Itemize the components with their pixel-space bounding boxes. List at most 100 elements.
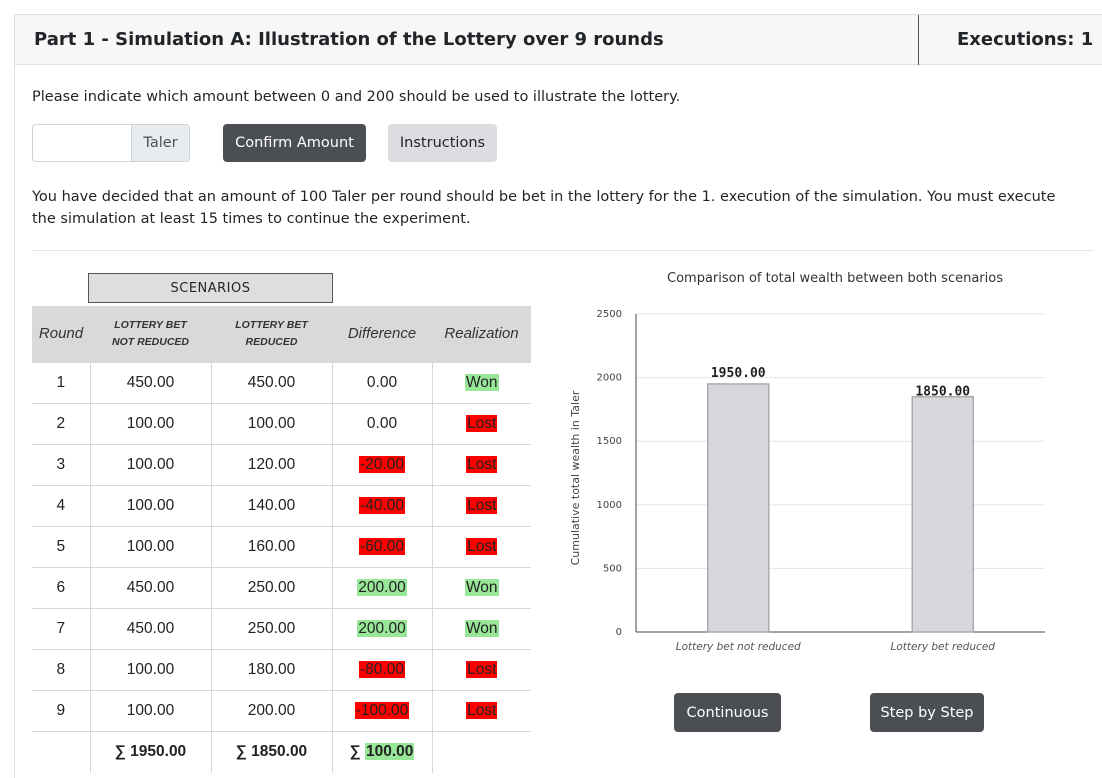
cell-realization: Lost (431, 484, 531, 526)
cell-not-reduced: 100.00 (89, 648, 211, 690)
simulation-info-text: You have decided that an amount of 100 T… (32, 189, 1056, 227)
header-reduced-line2: REDUCED (245, 335, 298, 348)
cell-not-reduced: 450.00 (89, 607, 211, 649)
cell-realization: Lost (431, 525, 531, 567)
confirm-amount-button[interactable]: Confirm Amount (223, 124, 366, 162)
table-row: 9 100.00 200.00 -100.00 Lost (32, 689, 531, 731)
cell-reduced: 160.00 (210, 525, 332, 567)
difference-highlight: -80.00 (359, 660, 405, 678)
table-row: 8 100.00 180.00 -80.00 Lost (32, 648, 531, 690)
instructions-button[interactable]: Instructions (388, 124, 497, 162)
bar (707, 383, 770, 633)
table-row: 7 450.00 250.00 200.00 Won (32, 607, 531, 649)
header-realization: Realization (432, 306, 531, 362)
bar (911, 395, 974, 633)
cell-reduced: 140.00 (210, 484, 332, 526)
cell-realization: Lost (431, 443, 531, 485)
y-tick-label: 2000 (597, 373, 622, 384)
cell-reduced: 100.00 (210, 402, 332, 444)
cell-difference: -20.00 (331, 443, 432, 485)
amount-prompt: Please indicate which amount between 0 a… (32, 89, 681, 105)
realization-badge: Lost (466, 701, 498, 719)
cell-difference: 200.00 (331, 566, 432, 608)
realization-badge: Lost (466, 414, 498, 432)
cell-round: 6 (32, 566, 90, 608)
difference-highlight: -20.00 (359, 455, 405, 473)
difference-highlight: -100.00 (354, 701, 410, 719)
cell-not-reduced: 450.00 (89, 361, 211, 403)
y-tick-label: 1000 (597, 500, 622, 511)
realization-badge: Won (464, 373, 499, 391)
difference-highlight: -40.00 (359, 496, 405, 514)
cell-reduced: 200.00 (210, 689, 332, 731)
executions-counter: Executions: 1 (957, 29, 1094, 50)
y-tick-label: 500 (603, 563, 622, 574)
cell-realization: Lost (431, 648, 531, 690)
cell-round: 3 (32, 443, 90, 485)
table-row: 4 100.00 140.00 -40.00 Lost (32, 484, 531, 526)
cell-realization: Won (431, 566, 531, 608)
cell-realization: Won (431, 607, 531, 649)
difference-highlight: -60.00 (359, 537, 405, 555)
realization-badge: Lost (466, 496, 498, 514)
cell-round: 9 (32, 689, 90, 731)
y-tick-label: 1500 (597, 436, 622, 447)
table-row: 1 450.00 450.00 0.00 Won (32, 361, 531, 403)
total-difference-prefix: ∑ (349, 743, 365, 761)
cell-round: 8 (32, 648, 90, 690)
cell-round: 2 (32, 402, 90, 444)
total-round (32, 730, 90, 773)
total-difference: ∑ 100.00 (331, 730, 432, 773)
cell-not-reduced: 450.00 (89, 566, 211, 608)
bar-data-label: 1850.00 (915, 385, 970, 400)
scenarios-label: SCENARIOS (88, 273, 333, 303)
page-title: Part 1 - Simulation A: Illustration of t… (34, 29, 664, 50)
table-row: 5 100.00 160.00 -60.00 Lost (32, 525, 531, 567)
amount-unit-addon: Taler (131, 124, 190, 162)
y-axis-label: Cumulative total wealth in Taler (569, 390, 582, 565)
section-divider (32, 250, 1094, 251)
continuous-button[interactable]: Continuous (674, 693, 781, 732)
cell-reduced: 250.00 (210, 566, 332, 608)
total-difference-value: 100.00 (364, 743, 415, 761)
cell-difference: -60.00 (331, 525, 432, 567)
cell-difference: 0.00 (331, 402, 432, 444)
header-not-reduced-line2: NOT REDUCED (111, 335, 189, 348)
cell-reduced: 250.00 (210, 607, 332, 649)
cell-difference: 200.00 (331, 607, 432, 649)
total-not-reduced: ∑ 1950.00 (89, 730, 211, 773)
header-not-reduced: LOTTERY BET NOT REDUCED (90, 306, 211, 362)
realization-badge: Lost (466, 660, 498, 678)
cell-not-reduced: 100.00 (89, 689, 211, 731)
bar-data-label: 1950.00 (711, 366, 766, 381)
amount-input[interactable] (32, 124, 132, 162)
header-reduced-line1: LOTTERY BET (235, 318, 308, 331)
totals-row: ∑ 1950.00 ∑ 1850.00 ∑ 100.00 (32, 730, 531, 773)
cell-not-reduced: 100.00 (89, 443, 211, 485)
table-header-row: Round LOTTERY BET NOT REDUCED LOTTERY BE… (32, 306, 531, 362)
cell-not-reduced: 100.00 (89, 402, 211, 444)
total-reduced: ∑ 1850.00 (210, 730, 332, 773)
cell-difference: -100.00 (331, 689, 432, 731)
difference-highlight: 200.00 (357, 619, 407, 637)
cell-realization: Lost (431, 402, 531, 444)
cell-not-reduced: 100.00 (89, 484, 211, 526)
cell-round: 5 (32, 525, 90, 567)
header-reduced: LOTTERY BET REDUCED (211, 306, 332, 362)
table-row: 2 100.00 100.00 0.00 Lost (32, 402, 531, 444)
step-by-step-button[interactable]: Step by Step (870, 693, 984, 732)
realization-badge: Won (464, 578, 499, 596)
x-category-label: Lottery bet reduced (891, 641, 996, 653)
realization-badge: Won (464, 619, 499, 637)
difference-highlight: 200.00 (357, 578, 407, 596)
header-round: Round (32, 306, 90, 362)
cell-round: 4 (32, 484, 90, 526)
header-difference: Difference (332, 306, 432, 362)
cell-reduced: 180.00 (210, 648, 332, 690)
results-table: Round LOTTERY BET NOT REDUCED LOTTERY BE… (32, 306, 531, 773)
realization-badge: Lost (466, 537, 498, 555)
cell-difference: -80.00 (331, 648, 432, 690)
y-tick-label: 2500 (597, 309, 622, 320)
header-divider (918, 15, 919, 65)
table-row: 3 100.00 120.00 -20.00 Lost (32, 443, 531, 485)
